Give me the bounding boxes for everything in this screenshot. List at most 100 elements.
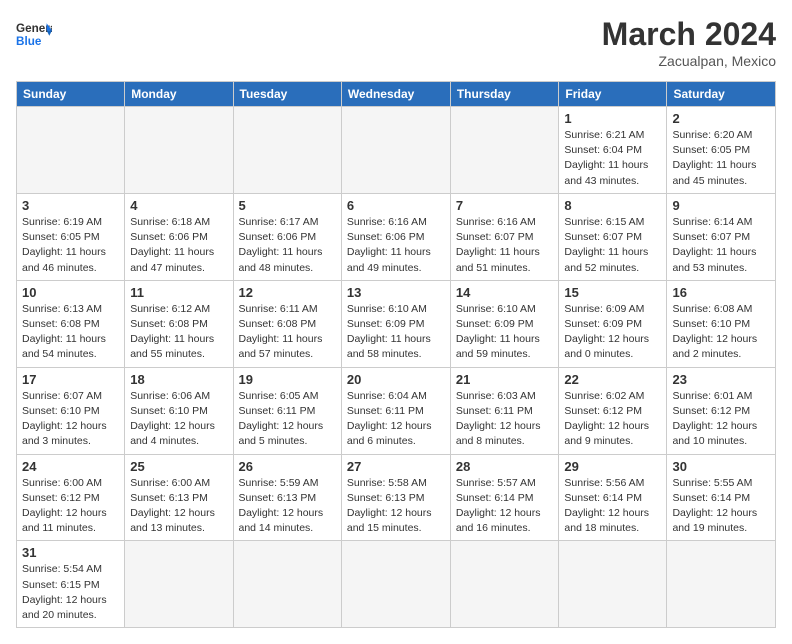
day-number: 17 bbox=[22, 372, 119, 387]
day-number: 2 bbox=[672, 111, 770, 126]
calendar-cell: 27 Sunrise: 5:58 AM Sunset: 6:13 PM Dayli… bbox=[341, 454, 450, 541]
calendar-cell: 26 Sunrise: 5:59 AM Sunset: 6:13 PM Dayli… bbox=[233, 454, 341, 541]
day-info: Sunrise: 6:09 AM Sunset: 6:09 PM Dayligh… bbox=[564, 302, 661, 363]
calendar-cell: 31Sunrise: 5:54 AM Sunset: 6:15 PM Dayli… bbox=[17, 541, 125, 628]
calendar-cell: 9 Sunrise: 6:14 AM Sunset: 6:07 PM Daylig… bbox=[667, 193, 776, 280]
calendar-cell: 10 Sunrise: 6:13 AM Sunset: 6:08 PM Dayli… bbox=[17, 280, 125, 367]
day-number: 27 bbox=[347, 459, 445, 474]
calendar-cell bbox=[233, 107, 341, 194]
day-number: 5 bbox=[239, 198, 336, 213]
svg-text:Blue: Blue bbox=[16, 35, 42, 48]
day-info: Sunrise: 6:04 AM Sunset: 6:11 PM Dayligh… bbox=[347, 389, 445, 450]
header-cell-monday: Monday bbox=[125, 82, 233, 107]
calendar-cell: 7Sunrise: 6:16 AM Sunset: 6:07 PM Daylig… bbox=[450, 193, 559, 280]
day-info: Sunrise: 6:16 AM Sunset: 6:06 PM Dayligh… bbox=[347, 215, 445, 276]
header-cell-saturday: Saturday bbox=[667, 82, 776, 107]
calendar-cell bbox=[125, 541, 233, 628]
week-row-2: 3 Sunrise: 6:19 AM Sunset: 6:05 PM Daylig… bbox=[17, 193, 776, 280]
day-number: 3 bbox=[22, 198, 119, 213]
page-header: General Blue March 2024 Zacualpan, Mexic… bbox=[16, 16, 776, 69]
day-info: Sunrise: 6:02 AM Sunset: 6:12 PM Dayligh… bbox=[564, 389, 661, 450]
day-info: Sunrise: 6:10 AM Sunset: 6:09 PM Dayligh… bbox=[347, 302, 445, 363]
day-number: 10 bbox=[22, 285, 119, 300]
day-info: Sunrise: 6:20 AM Sunset: 6:05 PM Dayligh… bbox=[672, 128, 770, 189]
day-info: Sunrise: 6:11 AM Sunset: 6:08 PM Dayligh… bbox=[239, 302, 336, 363]
day-info: Sunrise: 6:18 AM Sunset: 6:06 PM Dayligh… bbox=[130, 215, 227, 276]
day-info: Sunrise: 6:19 AM Sunset: 6:05 PM Dayligh… bbox=[22, 215, 119, 276]
calendar-cell bbox=[17, 107, 125, 194]
calendar-body: 1Sunrise: 6:21 AM Sunset: 6:04 PM Daylig… bbox=[17, 107, 776, 628]
calendar-cell: 4Sunrise: 6:18 AM Sunset: 6:06 PM Daylig… bbox=[125, 193, 233, 280]
calendar-cell bbox=[125, 107, 233, 194]
calendar-cell: 17Sunrise: 6:07 AM Sunset: 6:10 PM Dayli… bbox=[17, 367, 125, 454]
calendar-cell bbox=[233, 541, 341, 628]
week-row-5: 24 Sunrise: 6:00 AM Sunset: 6:12 PM Dayli… bbox=[17, 454, 776, 541]
day-number: 7 bbox=[456, 198, 554, 213]
location-subtitle: Zacualpan, Mexico bbox=[602, 53, 776, 69]
day-info: Sunrise: 5:56 AM Sunset: 6:14 PM Dayligh… bbox=[564, 476, 661, 537]
calendar-cell bbox=[559, 541, 667, 628]
calendar-cell bbox=[341, 107, 450, 194]
day-info: Sunrise: 6:06 AM Sunset: 6:10 PM Dayligh… bbox=[130, 389, 227, 450]
calendar-cell: 8Sunrise: 6:15 AM Sunset: 6:07 PM Daylig… bbox=[559, 193, 667, 280]
calendar-cell: 28Sunrise: 5:57 AM Sunset: 6:14 PM Dayli… bbox=[450, 454, 559, 541]
day-info: Sunrise: 6:10 AM Sunset: 6:09 PM Dayligh… bbox=[456, 302, 554, 363]
calendar-cell: 11Sunrise: 6:12 AM Sunset: 6:08 PM Dayli… bbox=[125, 280, 233, 367]
calendar-cell bbox=[667, 541, 776, 628]
calendar-cell bbox=[450, 107, 559, 194]
day-number: 14 bbox=[456, 285, 554, 300]
month-title: March 2024 bbox=[602, 16, 776, 53]
day-info: Sunrise: 6:05 AM Sunset: 6:11 PM Dayligh… bbox=[239, 389, 336, 450]
calendar-cell: 2 Sunrise: 6:20 AM Sunset: 6:05 PM Daylig… bbox=[667, 107, 776, 194]
day-number: 15 bbox=[564, 285, 661, 300]
day-info: Sunrise: 6:08 AM Sunset: 6:10 PM Dayligh… bbox=[672, 302, 770, 363]
day-info: Sunrise: 6:14 AM Sunset: 6:07 PM Dayligh… bbox=[672, 215, 770, 276]
day-number: 22 bbox=[564, 372, 661, 387]
calendar-cell: 29Sunrise: 5:56 AM Sunset: 6:14 PM Dayli… bbox=[559, 454, 667, 541]
logo: General Blue bbox=[16, 16, 52, 52]
day-number: 8 bbox=[564, 198, 661, 213]
day-info: Sunrise: 6:21 AM Sunset: 6:04 PM Dayligh… bbox=[564, 128, 661, 189]
calendar-cell bbox=[450, 541, 559, 628]
logo-icon: General Blue bbox=[16, 16, 52, 52]
header-row: SundayMondayTuesdayWednesdayThursdayFrid… bbox=[17, 82, 776, 107]
calendar-cell: 22 Sunrise: 6:02 AM Sunset: 6:12 PM Dayli… bbox=[559, 367, 667, 454]
calendar-header: SundayMondayTuesdayWednesdayThursdayFrid… bbox=[17, 82, 776, 107]
calendar-cell bbox=[341, 541, 450, 628]
day-number: 30 bbox=[672, 459, 770, 474]
calendar-cell: 30 Sunrise: 5:55 AM Sunset: 6:14 PM Dayli… bbox=[667, 454, 776, 541]
day-info: Sunrise: 5:58 AM Sunset: 6:13 PM Dayligh… bbox=[347, 476, 445, 537]
day-number: 18 bbox=[130, 372, 227, 387]
calendar-cell: 14 Sunrise: 6:10 AM Sunset: 6:09 PM Dayli… bbox=[450, 280, 559, 367]
day-info: Sunrise: 5:55 AM Sunset: 6:14 PM Dayligh… bbox=[672, 476, 770, 537]
calendar-cell: 15 Sunrise: 6:09 AM Sunset: 6:09 PM Dayli… bbox=[559, 280, 667, 367]
calendar-table: SundayMondayTuesdayWednesdayThursdayFrid… bbox=[16, 81, 776, 628]
week-row-6: 31Sunrise: 5:54 AM Sunset: 6:15 PM Dayli… bbox=[17, 541, 776, 628]
day-info: Sunrise: 6:01 AM Sunset: 6:12 PM Dayligh… bbox=[672, 389, 770, 450]
day-number: 12 bbox=[239, 285, 336, 300]
week-row-1: 1Sunrise: 6:21 AM Sunset: 6:04 PM Daylig… bbox=[17, 107, 776, 194]
calendar-cell: 18 Sunrise: 6:06 AM Sunset: 6:10 PM Dayli… bbox=[125, 367, 233, 454]
day-info: Sunrise: 6:03 AM Sunset: 6:11 PM Dayligh… bbox=[456, 389, 554, 450]
day-info: Sunrise: 5:59 AM Sunset: 6:13 PM Dayligh… bbox=[239, 476, 336, 537]
day-info: Sunrise: 6:13 AM Sunset: 6:08 PM Dayligh… bbox=[22, 302, 119, 363]
day-number: 13 bbox=[347, 285, 445, 300]
header-cell-tuesday: Tuesday bbox=[233, 82, 341, 107]
day-info: Sunrise: 6:00 AM Sunset: 6:12 PM Dayligh… bbox=[22, 476, 119, 537]
calendar-cell: 19 Sunrise: 6:05 AM Sunset: 6:11 PM Dayli… bbox=[233, 367, 341, 454]
day-info: Sunrise: 5:57 AM Sunset: 6:14 PM Dayligh… bbox=[456, 476, 554, 537]
week-row-4: 17Sunrise: 6:07 AM Sunset: 6:10 PM Dayli… bbox=[17, 367, 776, 454]
calendar-cell: 24 Sunrise: 6:00 AM Sunset: 6:12 PM Dayli… bbox=[17, 454, 125, 541]
day-info: Sunrise: 6:17 AM Sunset: 6:06 PM Dayligh… bbox=[239, 215, 336, 276]
day-number: 26 bbox=[239, 459, 336, 474]
calendar-cell: 13 Sunrise: 6:10 AM Sunset: 6:09 PM Dayli… bbox=[341, 280, 450, 367]
day-number: 9 bbox=[672, 198, 770, 213]
title-block: March 2024 Zacualpan, Mexico bbox=[602, 16, 776, 69]
calendar-cell: 20Sunrise: 6:04 AM Sunset: 6:11 PM Dayli… bbox=[341, 367, 450, 454]
calendar-cell: 21Sunrise: 6:03 AM Sunset: 6:11 PM Dayli… bbox=[450, 367, 559, 454]
calendar-cell: 5 Sunrise: 6:17 AM Sunset: 6:06 PM Daylig… bbox=[233, 193, 341, 280]
day-number: 19 bbox=[239, 372, 336, 387]
day-number: 24 bbox=[22, 459, 119, 474]
header-cell-wednesday: Wednesday bbox=[341, 82, 450, 107]
week-row-3: 10 Sunrise: 6:13 AM Sunset: 6:08 PM Dayli… bbox=[17, 280, 776, 367]
